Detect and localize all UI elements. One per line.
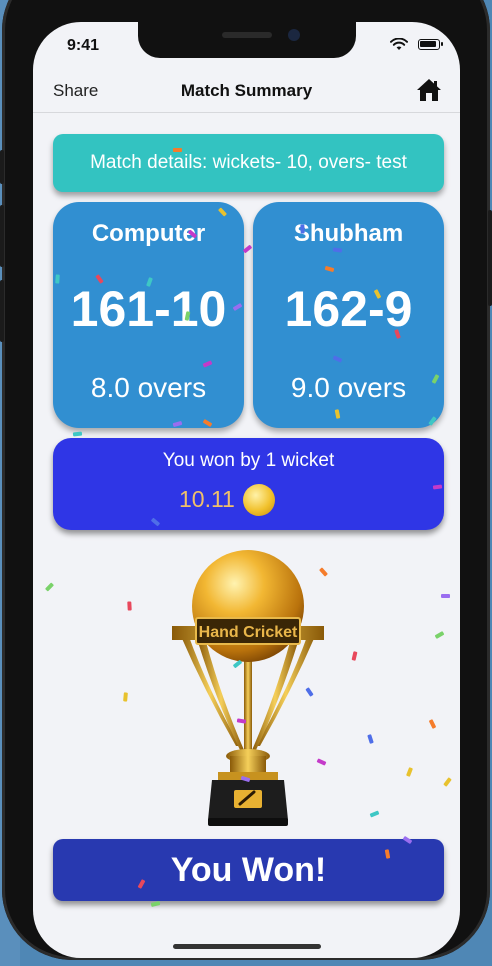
trophy-label: Hand Cricket xyxy=(199,624,298,641)
team-score: 161-10 xyxy=(70,281,227,337)
team-overs: 9.0 overs xyxy=(290,372,407,403)
notch xyxy=(138,22,356,58)
team-overs: 8.0 overs xyxy=(90,372,207,403)
home-icon[interactable] xyxy=(416,77,442,103)
trophy-image: Hand Cricket xyxy=(172,550,324,826)
team-score: 162-9 xyxy=(284,281,413,337)
side-button xyxy=(488,210,492,306)
you-won-banner: You Won! xyxy=(53,839,444,901)
coin-icon xyxy=(243,484,275,516)
confetti-piece xyxy=(367,734,374,744)
confetti-piece xyxy=(406,767,413,777)
confetti-piece xyxy=(44,582,55,592)
wifi-icon xyxy=(390,38,408,50)
side-button xyxy=(0,150,4,184)
confetti-piece xyxy=(351,651,358,661)
battery-icon xyxy=(418,39,443,50)
match-details-banner: Match details: wickets- 10, overs- test xyxy=(53,134,444,192)
result-card: You won by 1 wicket 10.11 xyxy=(53,438,444,530)
confetti-piece xyxy=(242,244,253,254)
confetti-piece xyxy=(440,593,451,599)
home-indicator xyxy=(173,944,321,949)
confetti-piece xyxy=(127,601,132,611)
team-name: Computer xyxy=(91,220,206,247)
confetti-piece xyxy=(150,900,161,908)
confetti-piece xyxy=(428,719,437,729)
confetti-piece xyxy=(443,777,452,787)
navigation-bar: Share Match Summary xyxy=(33,72,460,113)
score-card-player: Shubham 162-9 9.0 overs xyxy=(253,202,444,428)
status-time: 9:41 xyxy=(67,37,100,54)
result-text: You won by 1 wicket xyxy=(162,450,335,471)
confetti-piece xyxy=(369,810,380,818)
camera xyxy=(288,29,300,41)
confetti-piece xyxy=(434,631,445,639)
score-card-computer: Computer 161-10 8.0 overs xyxy=(53,202,244,428)
confetti-piece xyxy=(123,692,128,702)
page-title: Match Summary xyxy=(180,81,313,100)
side-button xyxy=(0,205,4,267)
app-screen: 9:41 Share Match Summary Match details: … xyxy=(33,22,460,958)
speaker xyxy=(222,32,272,38)
coins-value: 10.11 xyxy=(179,486,235,512)
team-name: Shubham xyxy=(293,220,404,247)
confetti-piece xyxy=(72,431,83,437)
side-button xyxy=(0,280,4,342)
